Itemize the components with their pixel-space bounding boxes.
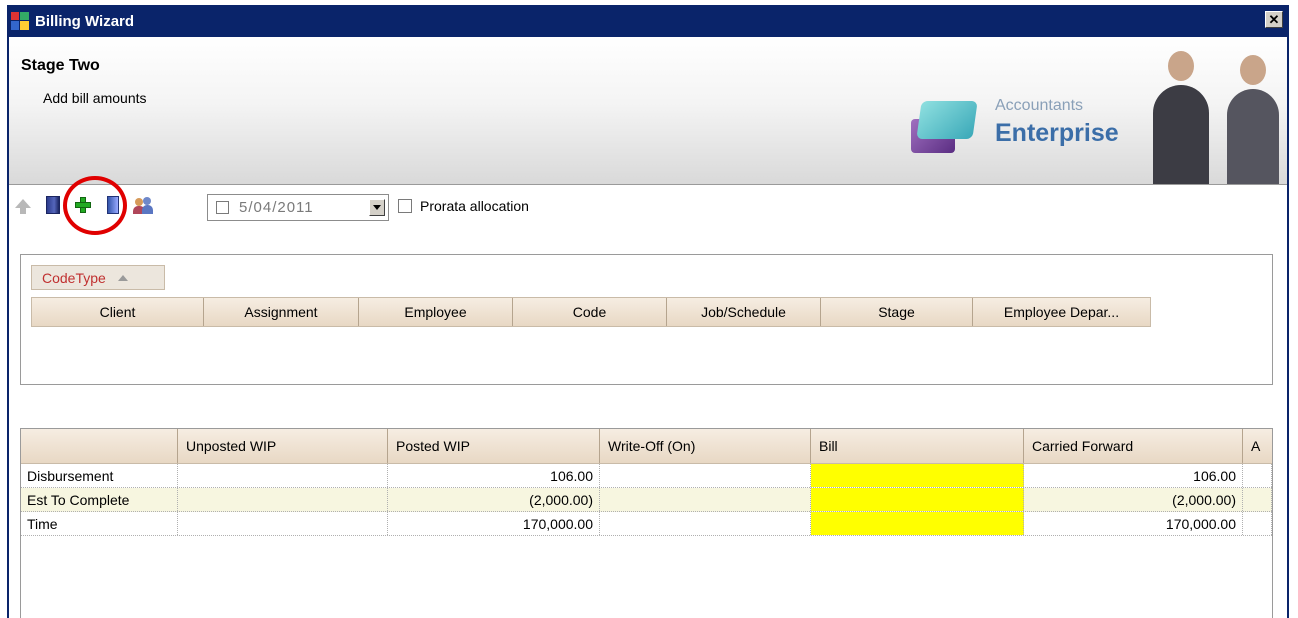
- column-header[interactable]: Assignment: [204, 298, 359, 326]
- book-icon[interactable]: [43, 195, 63, 215]
- prorata-checkbox[interactable]: [398, 199, 412, 213]
- bill-amounts-grid: Unposted WIP Posted WIP Write-Off (On) B…: [20, 428, 1273, 618]
- stage-title: Stage Two: [21, 57, 100, 74]
- carried-forward-cell[interactable]: 106.00: [1024, 464, 1243, 487]
- handshake-image: [1135, 45, 1287, 184]
- write-off-cell[interactable]: [600, 512, 811, 535]
- posted-wip-cell[interactable]: 170,000.00: [388, 512, 600, 535]
- bill-cell[interactable]: [811, 488, 1024, 511]
- grid-column-header[interactable]: Unposted WIP: [178, 429, 388, 463]
- prorata-label: Prorata allocation: [420, 198, 529, 214]
- grid-column-header[interactable]: Write-Off (On): [600, 429, 811, 463]
- people-icon[interactable]: [133, 195, 153, 215]
- carried-forward-cell[interactable]: 170,000.00: [1024, 512, 1243, 535]
- date-checkbox[interactable]: [216, 201, 229, 214]
- move-up-icon[interactable]: [13, 195, 33, 215]
- row-label: Est To Complete: [21, 488, 178, 511]
- bill-cell[interactable]: [811, 464, 1024, 487]
- group-by-panel: CodeType Client Assignment Employee Code…: [20, 254, 1273, 385]
- posted-wip-cell[interactable]: 106.00: [388, 464, 600, 487]
- grid-column-header[interactable]: Posted WIP: [388, 429, 600, 463]
- table-row[interactable]: Time 170,000.00 170,000.00: [21, 512, 1272, 536]
- write-off-cell[interactable]: [600, 464, 811, 487]
- extra-cell[interactable]: [1243, 488, 1272, 511]
- unposted-wip-cell[interactable]: [178, 512, 388, 535]
- posted-wip-cell[interactable]: (2,000.00): [388, 488, 600, 511]
- extra-cell[interactable]: [1243, 512, 1272, 535]
- grid-column-header[interactable]: [21, 429, 178, 463]
- close-button[interactable]: ✕: [1265, 11, 1283, 28]
- extra-cell[interactable]: [1243, 464, 1272, 487]
- prorata-option[interactable]: Prorata allocation: [398, 198, 529, 214]
- grid-column-header[interactable]: Bill: [811, 429, 1024, 463]
- group-column-header: Client Assignment Employee Code Job/Sche…: [31, 297, 1151, 327]
- table-row[interactable]: Est To Complete (2,000.00) (2,000.00): [21, 488, 1272, 512]
- row-label: Time: [21, 512, 178, 535]
- logo-text-top: Accountants: [995, 97, 1084, 114]
- bill-cell[interactable]: [811, 512, 1024, 535]
- wizard-header: Stage Two Add bill amounts Accountants E…: [9, 37, 1287, 185]
- app-icon: [11, 12, 29, 30]
- column-header[interactable]: Client: [32, 298, 204, 326]
- window-title: Billing Wizard: [35, 12, 135, 30]
- table-row[interactable]: Disbursement 106.00 106.00: [21, 464, 1272, 488]
- date-value: 5/04/2011: [239, 199, 314, 216]
- column-header[interactable]: Job/Schedule: [667, 298, 821, 326]
- unposted-wip-cell[interactable]: [178, 488, 388, 511]
- row-label: Disbursement: [21, 464, 178, 487]
- stage-subtitle: Add bill amounts: [43, 90, 147, 106]
- carried-forward-cell[interactable]: (2,000.00): [1024, 488, 1243, 511]
- logo-shape-teal: [916, 101, 978, 139]
- date-picker[interactable]: 5/04/2011: [207, 194, 389, 221]
- close-icon: ✕: [1268, 12, 1280, 27]
- column-header[interactable]: Stage: [821, 298, 973, 326]
- group-by-chip[interactable]: CodeType: [31, 265, 165, 290]
- title-bar: Billing Wizard ✕: [7, 5, 1289, 37]
- group-by-label: CodeType: [42, 269, 106, 286]
- column-header[interactable]: Employee Depar...: [973, 298, 1150, 326]
- write-off-cell[interactable]: [600, 488, 811, 511]
- unposted-wip-cell[interactable]: [178, 464, 388, 487]
- column-header[interactable]: Code: [513, 298, 667, 326]
- column-header[interactable]: Employee: [359, 298, 513, 326]
- grid-column-header[interactable]: Carried Forward: [1024, 429, 1243, 463]
- grid-column-header[interactable]: A: [1243, 429, 1272, 463]
- chevron-down-icon[interactable]: [369, 199, 385, 216]
- grid-header: Unposted WIP Posted WIP Write-Off (On) B…: [21, 429, 1272, 464]
- logo-text-bottom: Enterprise: [995, 119, 1119, 147]
- sort-asc-icon: [117, 274, 128, 281]
- annotation-circle: [63, 176, 127, 235]
